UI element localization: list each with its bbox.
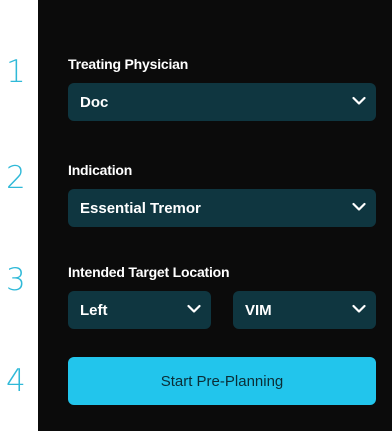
treating-physician-select[interactable]: Doc	[68, 83, 376, 121]
start-pre-planning-label: Start Pre-Planning	[160, 372, 284, 390]
step-number-2: 2	[6, 160, 26, 196]
step-number-3: 3	[6, 262, 26, 298]
chevron-down-icon	[352, 96, 366, 105]
chevron-down-icon	[352, 202, 366, 211]
step-number-4: 4	[6, 363, 26, 399]
target-structure-value: VIM	[245, 301, 272, 319]
indication-select[interactable]: Essential Tremor	[68, 189, 376, 227]
pre-planning-page: 1 Treating Physician Doc 2 Indication Es…	[0, 0, 392, 431]
target-side-value: Left	[80, 301, 108, 319]
treating-physician-label: Treating Physician	[68, 56, 189, 72]
treating-physician-value: Doc	[80, 93, 109, 111]
start-pre-planning-button[interactable]: Start Pre-Planning	[68, 357, 376, 405]
indication-value: Essential Tremor	[80, 199, 201, 217]
target-side-select[interactable]: Left	[68, 291, 211, 329]
chevron-down-icon	[187, 304, 201, 313]
indication-label: Indication	[68, 162, 133, 178]
target-structure-select[interactable]: VIM	[233, 291, 376, 329]
chevron-down-icon	[352, 304, 366, 313]
intended-target-location-label: Intended Target Location	[68, 264, 230, 280]
step-number-1: 1	[6, 54, 26, 90]
